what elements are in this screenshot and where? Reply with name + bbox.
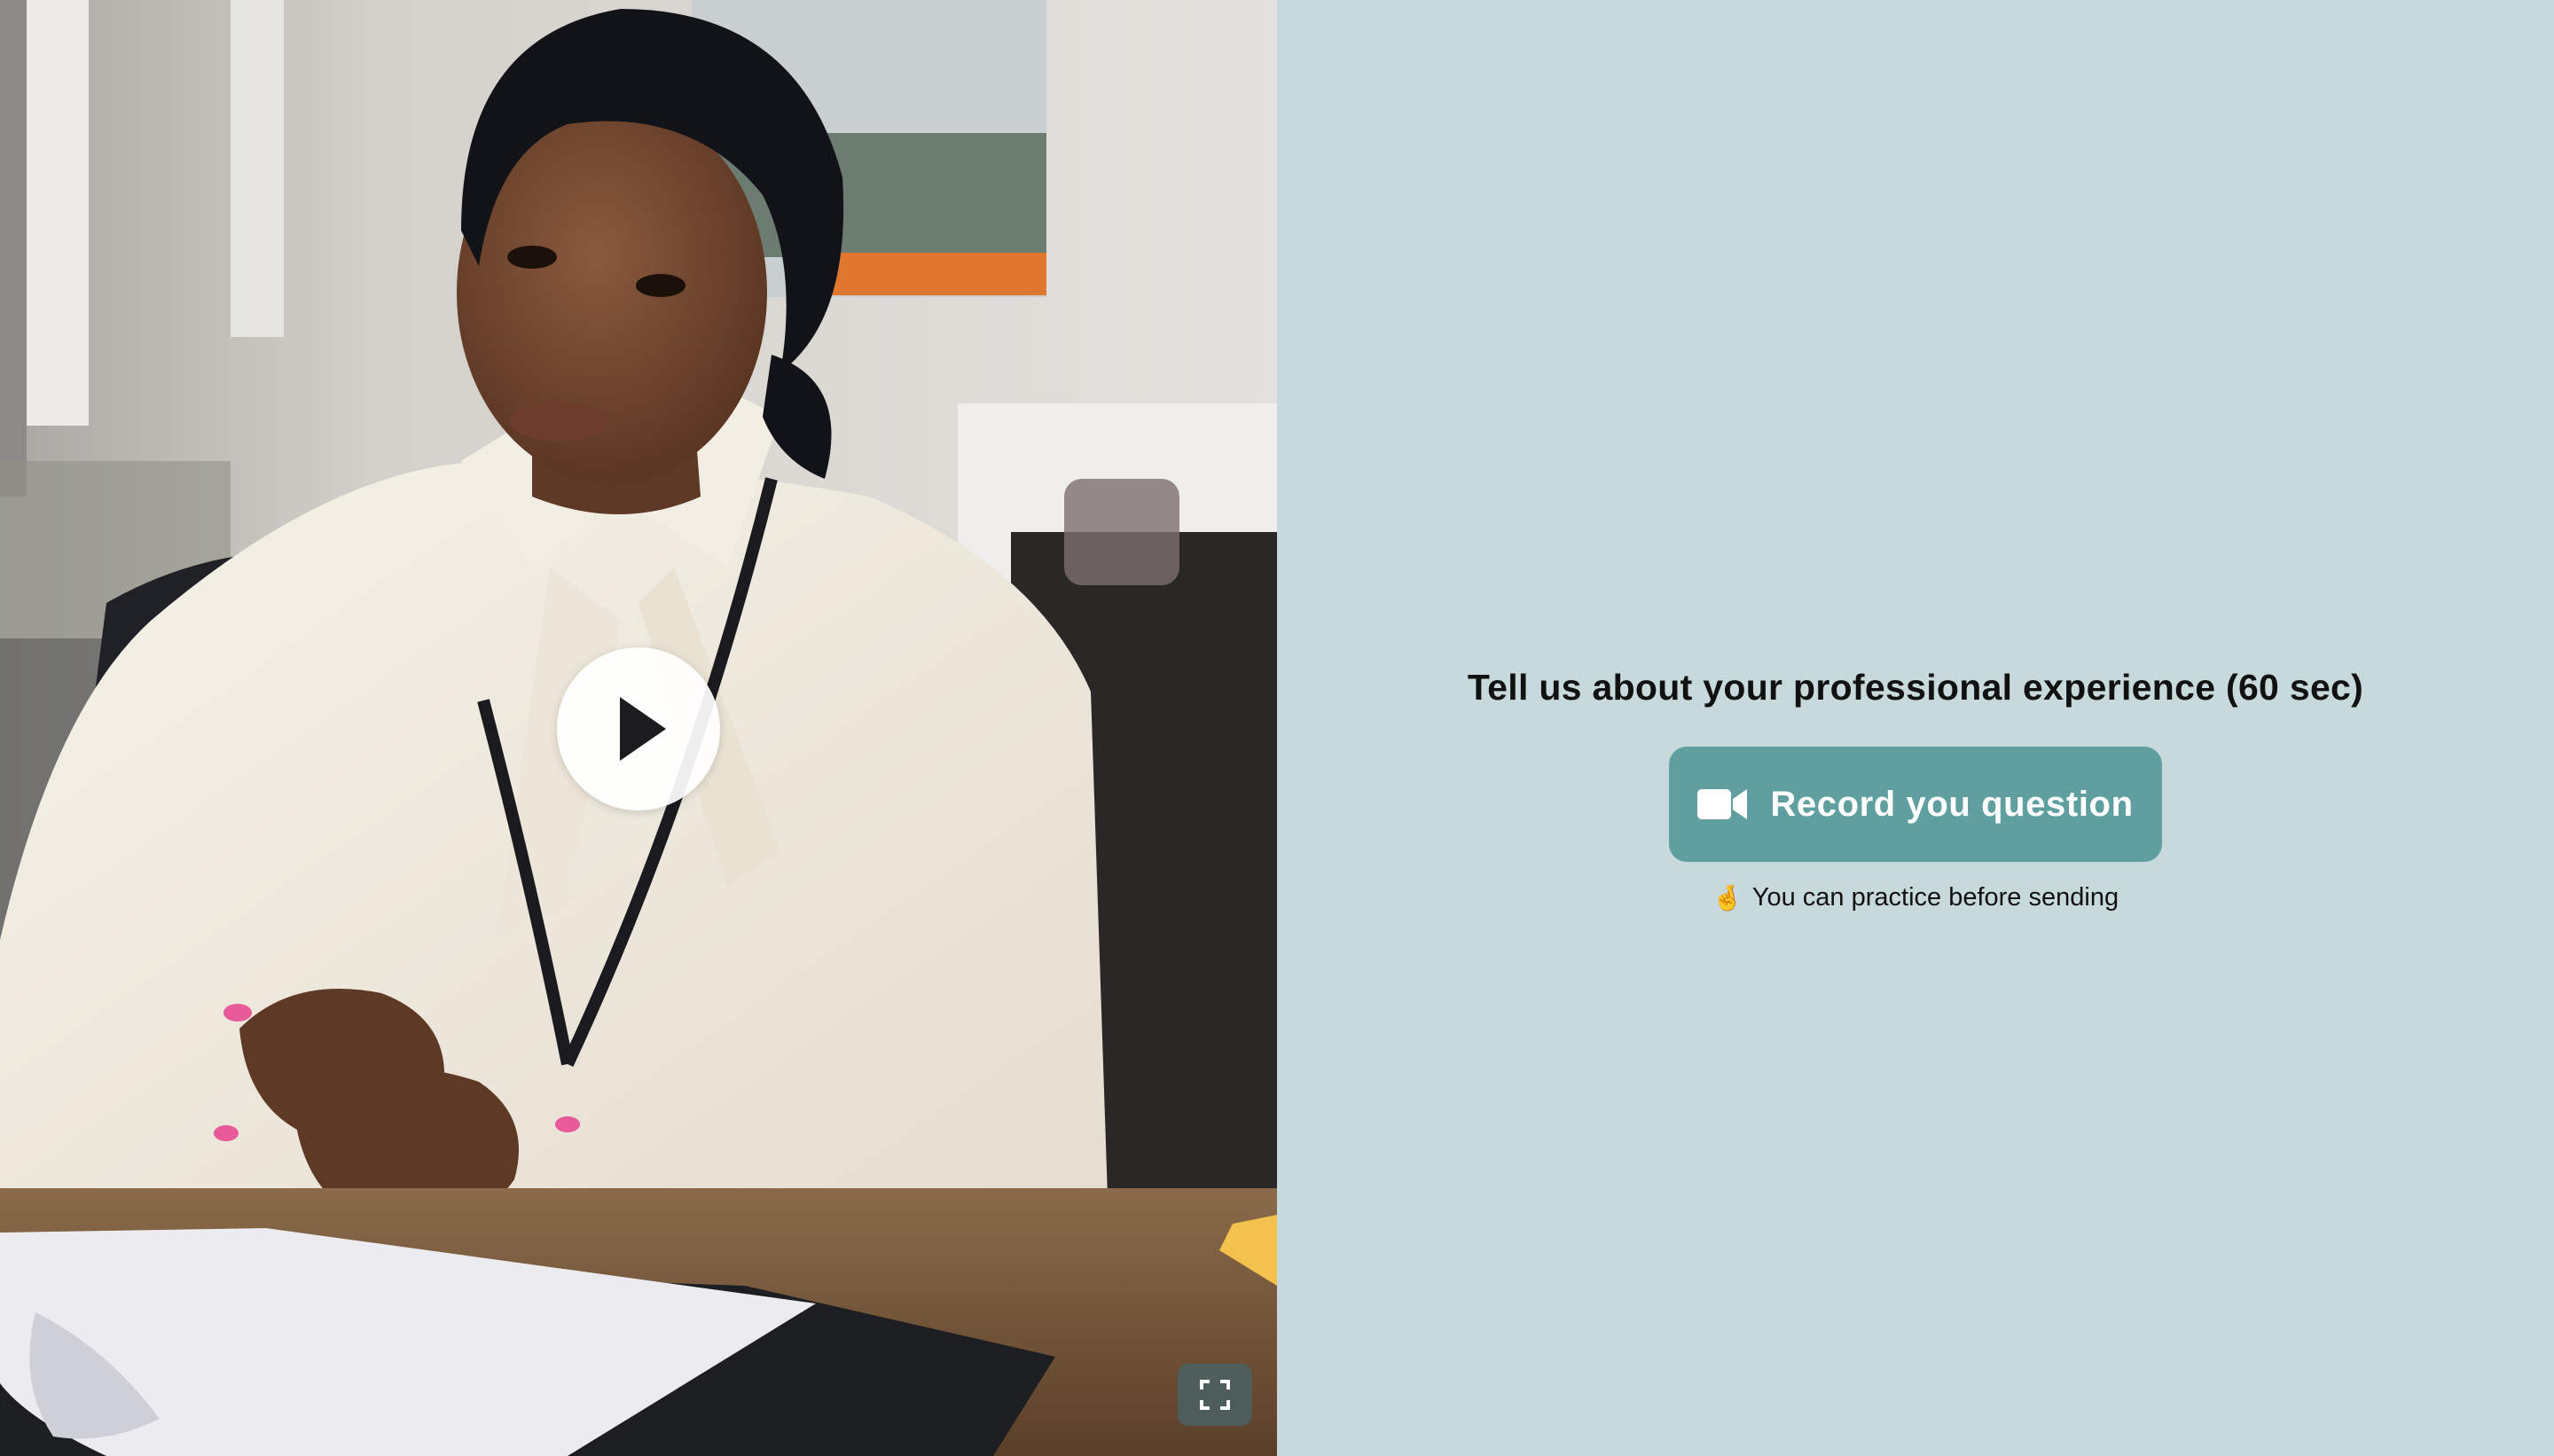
interview-page: Tell us about your professional experien… (0, 0, 2554, 1456)
video-player[interactable] (0, 0, 1277, 1456)
fullscreen-icon (1200, 1380, 1230, 1410)
record-button[interactable]: Record you question (1669, 747, 2162, 862)
question-title: Tell us about your professional experien… (1467, 667, 2364, 708)
video-camera-icon (1697, 789, 1748, 819)
practice-hint: 🤞 You can practice before sending (1277, 883, 2554, 912)
practice-hint-text: You can practice before sending (1751, 883, 2119, 912)
crossed-fingers-icon: 🤞 (1712, 884, 1743, 912)
fullscreen-button[interactable] (1178, 1364, 1252, 1426)
question-panel: Tell us about your professional experien… (1277, 0, 2554, 1456)
play-button[interactable] (557, 647, 720, 810)
record-button-label: Record you question (1770, 784, 2134, 824)
play-icon (620, 697, 666, 761)
